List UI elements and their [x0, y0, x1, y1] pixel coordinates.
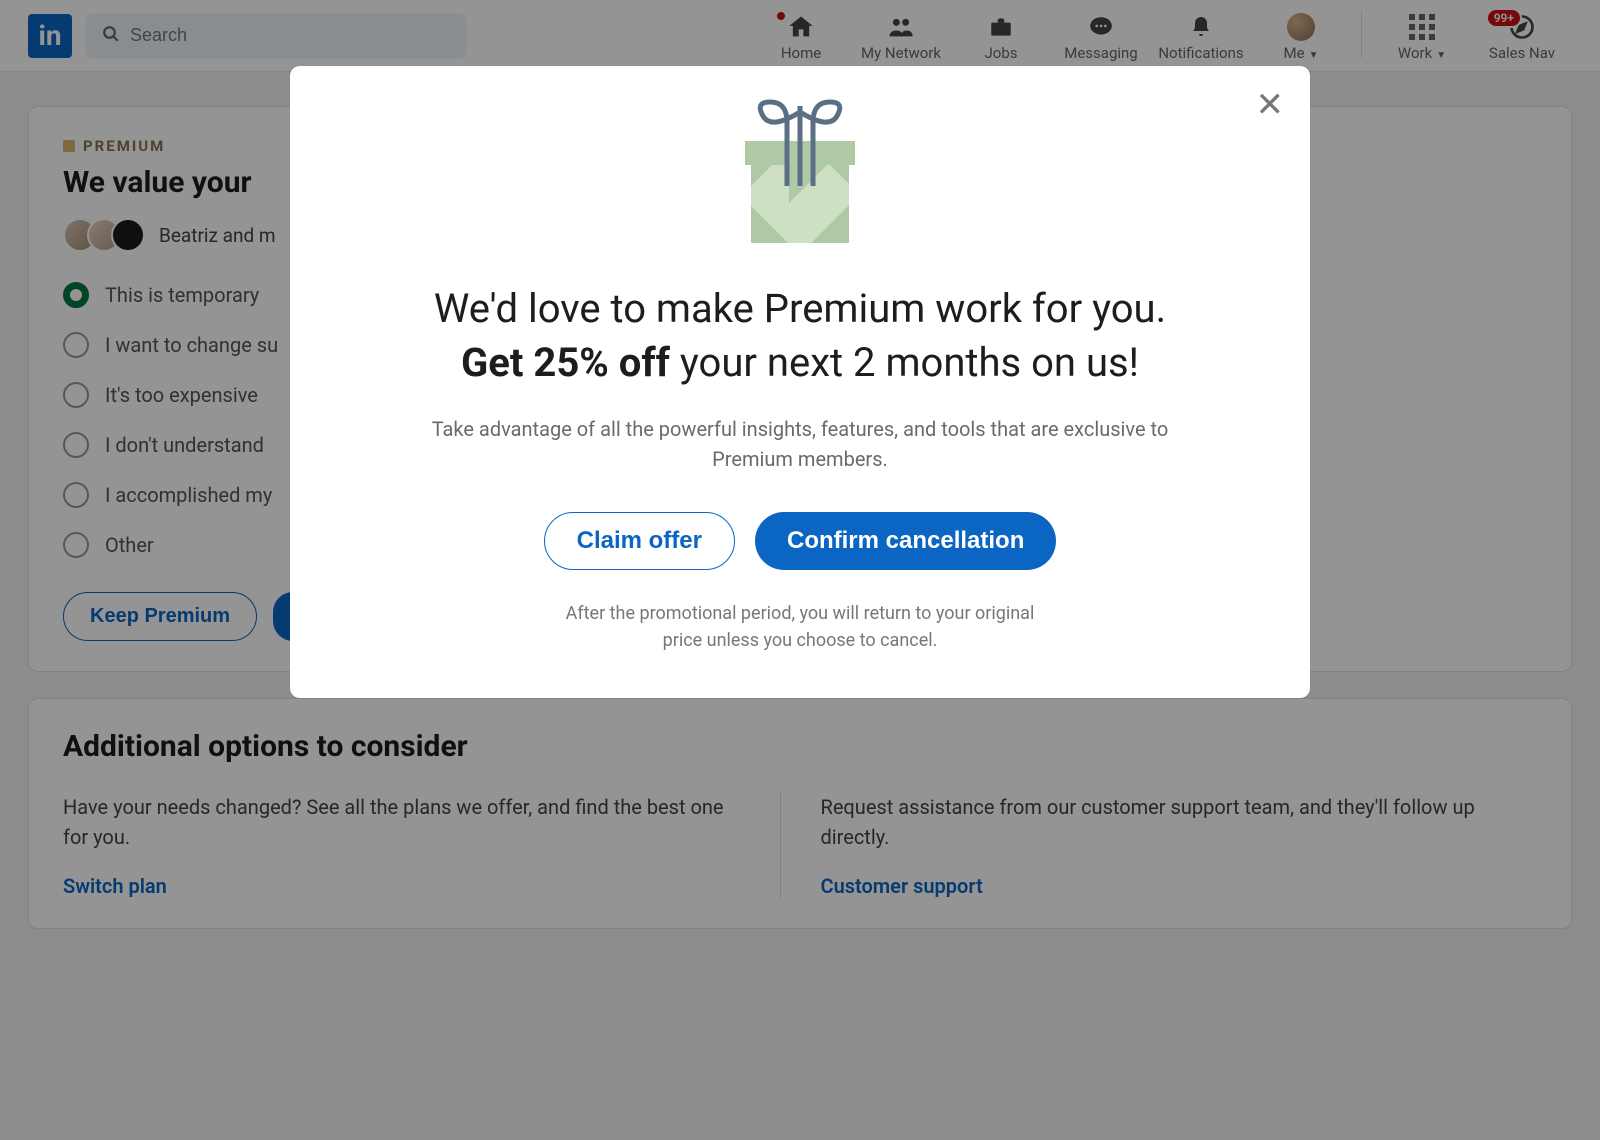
modal-buttons: Claim offer Confirm cancellation	[350, 512, 1250, 570]
modal-subtext: Take advantage of all the powerful insig…	[400, 414, 1200, 474]
modal-heading-bold: Get 25% off	[461, 339, 670, 386]
modal-heading-pre: We'd love to make Premium work for you.	[434, 285, 1166, 332]
confirm-cancellation-button[interactable]: Confirm cancellation	[755, 512, 1056, 570]
modal-heading: We'd love to make Premium work for you. …	[400, 282, 1200, 390]
modal-heading-post: your next 2 months on us!	[670, 339, 1139, 386]
gift-icon	[715, 86, 885, 256]
modal-overlay: ✕ We'd love to make Premium work for you…	[0, 0, 1600, 1140]
claim-offer-button[interactable]: Claim offer	[544, 512, 735, 570]
modal-footnote: After the promotional period, you will r…	[560, 600, 1040, 654]
close-icon: ✕	[1256, 86, 1285, 124]
offer-modal: ✕ We'd love to make Premium work for you…	[290, 66, 1310, 698]
close-button[interactable]: ✕	[1256, 88, 1285, 122]
